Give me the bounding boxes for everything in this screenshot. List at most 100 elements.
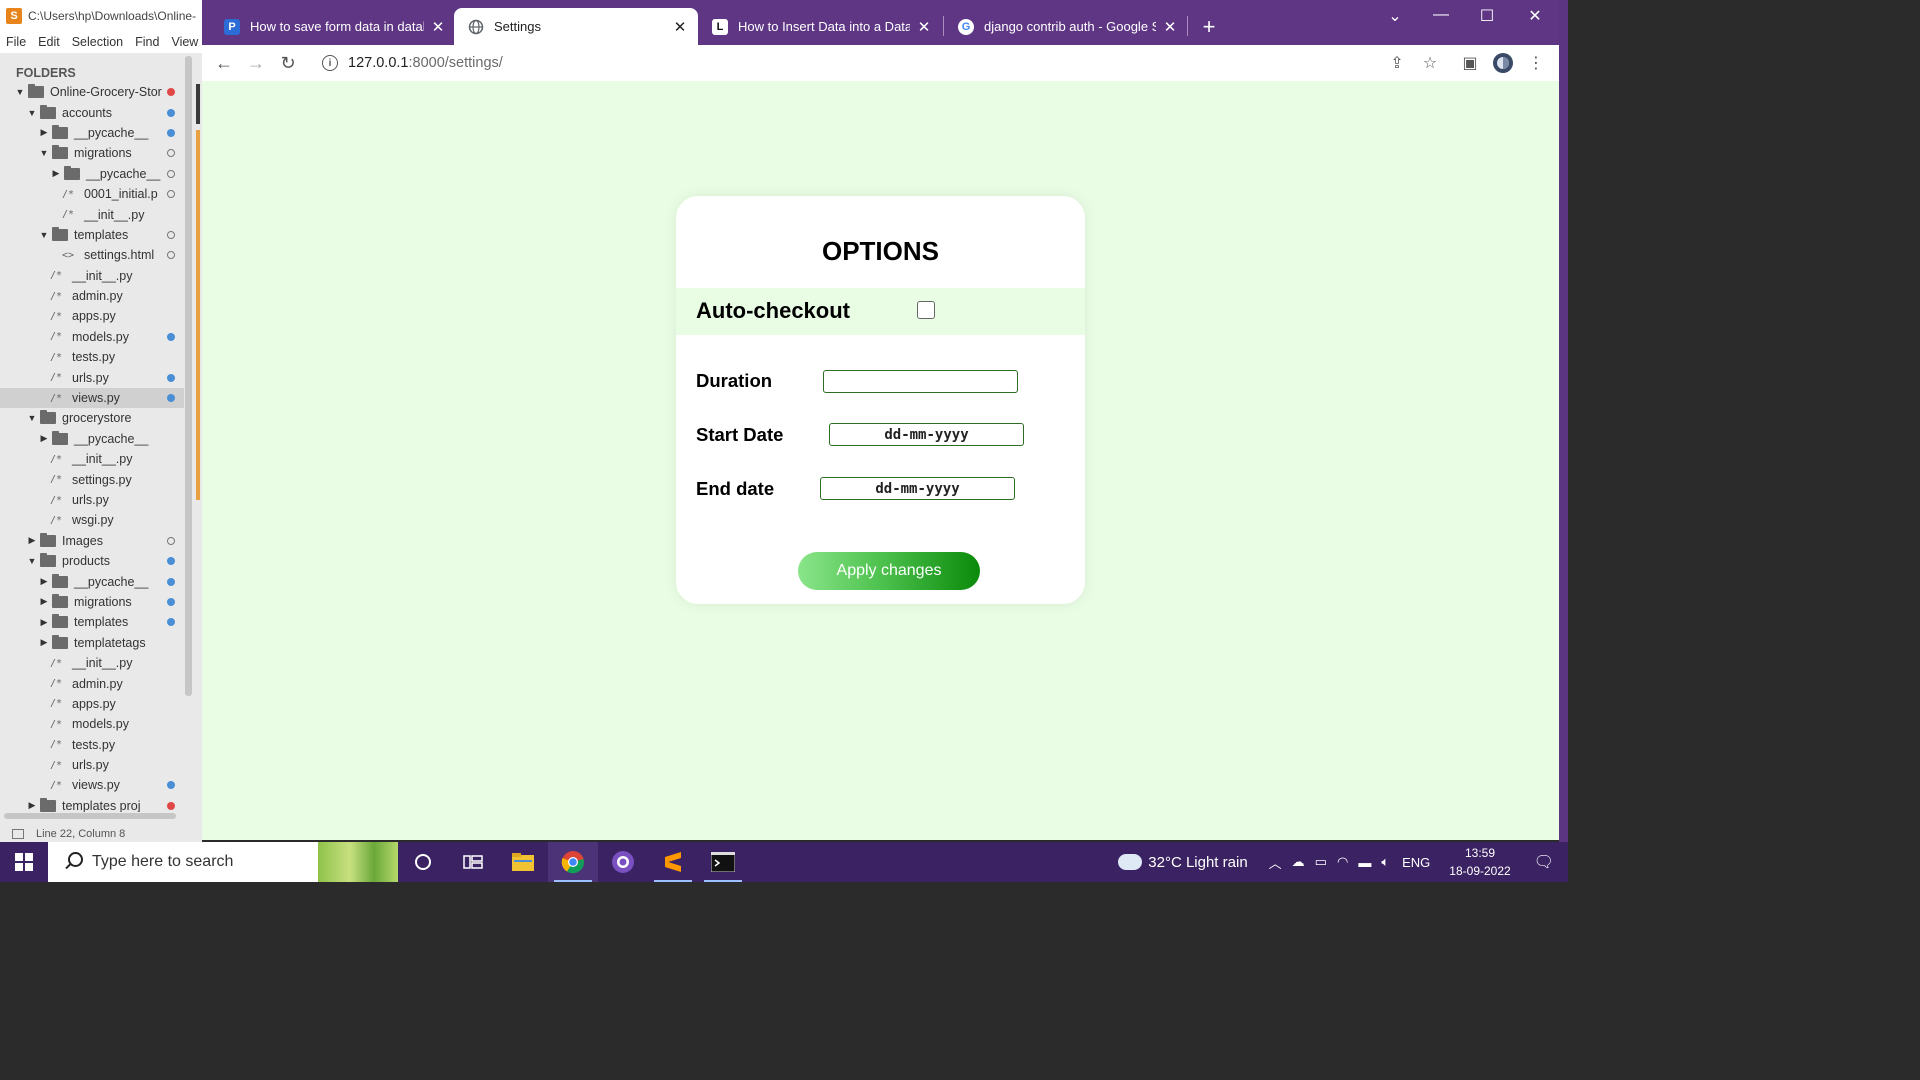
collapse-arrow-icon[interactable]: ▶ [38,576,50,587]
battery-icon[interactable]: ▬ [1358,855,1371,870]
collapse-arrow-icon[interactable]: ▶ [38,617,50,628]
expand-arrow-icon[interactable]: ▼ [38,148,50,158]
sidebar-hscrollbar[interactable] [4,813,176,819]
collapse-arrow-icon[interactable]: ▶ [38,637,50,648]
tree-item[interactable]: <> settings.html [0,245,184,265]
close-icon[interactable]: ✕ [430,18,446,36]
tree-item[interactable]: ▼ products [0,551,184,571]
expand-arrow-icon[interactable]: ▼ [26,108,38,118]
tree-item[interactable]: /* __init__.py [0,653,184,673]
tree-item[interactable]: ▼ Online-Grocery-Stor [0,82,184,102]
tree-item[interactable]: ▶ templates [0,612,184,632]
wifi-icon[interactable]: ◠ [1337,854,1348,870]
tree-item[interactable]: ▼ templates [0,225,184,245]
expand-arrow-icon[interactable]: ▼ [14,87,26,97]
github-desktop-icon[interactable] [598,842,648,882]
start-button[interactable] [0,842,48,882]
minimize-button[interactable]: — [1426,6,1456,24]
volume-icon[interactable]: 🔈︎ [1381,854,1389,870]
site-info-icon[interactable]: i [322,55,338,71]
tree-item[interactable]: /* __init__.py [0,449,184,469]
language-indicator[interactable]: ENG [1402,855,1430,870]
tab-insert-data[interactable]: L How to Insert Data into a Databa ✕ [698,8,942,45]
taskbar-search[interactable]: Type here to search [48,842,398,882]
tree-item[interactable]: ▶ __pycache__ [0,429,184,449]
tree-item[interactable]: ▶ __pycache__ [0,164,184,184]
file-explorer-icon[interactable] [498,842,548,882]
collapse-arrow-icon[interactable]: ▶ [38,596,50,607]
tree-item[interactable]: ▶ templates proj [0,796,184,812]
more-menu-icon[interactable]: ⋮ [1524,51,1548,75]
tab-save-form-data[interactable]: P How to save form data in databa ✕ [210,8,456,45]
tree-item[interactable]: /* settings.py [0,469,184,489]
tree-item[interactable]: /* models.py [0,327,184,347]
tree-item[interactable]: ▶ templatetags [0,633,184,653]
menu-edit[interactable]: Edit [32,35,66,49]
close-icon[interactable]: ✕ [916,18,932,36]
terminal-icon[interactable] [698,842,748,882]
tree-item[interactable]: /* tests.py [0,347,184,367]
tree-item[interactable]: /* __init__.py [0,266,184,286]
tree-item[interactable]: /* views.py [0,775,184,795]
profile-avatar[interactable] [1491,51,1515,75]
auto-checkout-checkbox[interactable] [917,301,935,319]
clock[interactable]: 13:59 18-09-2022 [1449,844,1510,880]
tree-item[interactable]: ▼ accounts [0,102,184,122]
menu-find[interactable]: Find [129,35,165,49]
close-icon[interactable]: ✕ [672,18,688,36]
close-window-button[interactable]: ✕ [1520,6,1550,26]
tree-item[interactable]: /* models.py [0,714,184,734]
collapse-arrow-icon[interactable]: ▶ [26,800,38,811]
apply-changes-button[interactable]: Apply changes [798,552,980,590]
menu-selection[interactable]: Selection [66,35,129,49]
close-icon[interactable]: ✕ [1162,18,1178,36]
tree-item[interactable]: /* urls.py [0,755,184,775]
display-icon[interactable]: ▭ [1315,854,1327,870]
forward-icon[interactable]: → [242,49,270,77]
tree-item[interactable]: ▶ migrations [0,592,184,612]
tree-item[interactable]: /* tests.py [0,735,184,755]
task-view-icon[interactable] [448,842,498,882]
menu-file[interactable]: File [0,35,32,49]
expand-arrow-icon[interactable]: ▼ [26,413,38,423]
expand-arrow-icon[interactable]: ▼ [26,556,38,566]
chrome-taskbar-icon[interactable] [548,842,598,882]
tab-search-icon[interactable]: ⌄ [1380,6,1410,26]
tree-item[interactable]: /* admin.py [0,673,184,693]
tree-item[interactable]: /* views.py [0,387,184,409]
new-tab-button[interactable]: + [1197,14,1221,40]
tree-item[interactable]: /* apps.py [0,694,184,714]
maximize-button[interactable]: ☐ [1472,6,1502,26]
cortana-icon[interactable] [398,842,448,882]
tree-item[interactable]: /* admin.py [0,286,184,306]
end-date-input[interactable]: dd-mm-yyyy [820,477,1015,500]
tree-item[interactable]: /* __init__.py [0,204,184,224]
tree-item[interactable]: ▼ migrations [0,143,184,163]
collapse-arrow-icon[interactable]: ▶ [50,168,62,179]
share-icon[interactable]: ⇪ [1385,51,1409,75]
tree-item[interactable]: ▼ grocerystore [0,408,184,428]
tab-google-search[interactable]: G django contrib auth - Google Sea ✕ [944,8,1188,45]
sidebar-scrollbar[interactable] [185,56,192,696]
duration-input[interactable] [823,370,1018,393]
tree-item[interactable]: ▶ __pycache__ [0,571,184,591]
expand-arrow-icon[interactable]: ▼ [38,230,50,240]
tree-item[interactable]: /* wsgi.py [0,510,184,530]
side-panel-icon[interactable]: ▣ [1458,51,1482,75]
reload-icon[interactable]: ↻ [274,49,302,77]
tab-settings[interactable]: Settings ✕ [454,8,698,45]
sublime-taskbar-icon[interactable] [648,842,698,882]
panel-toggle-icon[interactable] [12,829,24,839]
tree-item[interactable]: /* urls.py [0,367,184,387]
bookmark-star-icon[interactable]: ☆ [1418,51,1442,75]
weather-widget[interactable]: 32°C Light rain [1118,854,1248,871]
tree-item[interactable]: /* apps.py [0,306,184,326]
menu-view[interactable]: View [165,35,204,49]
collapse-arrow-icon[interactable]: ▶ [38,433,50,444]
tree-item[interactable]: ▶ Images [0,531,184,551]
collapse-arrow-icon[interactable]: ▶ [26,535,38,546]
start-date-input[interactable]: dd-mm-yyyy [829,423,1024,446]
onedrive-icon[interactable]: ☁ [1292,854,1305,870]
tree-item[interactable]: /* 0001_initial.p [0,184,184,204]
tree-item[interactable]: ▶ __pycache__ [0,123,184,143]
